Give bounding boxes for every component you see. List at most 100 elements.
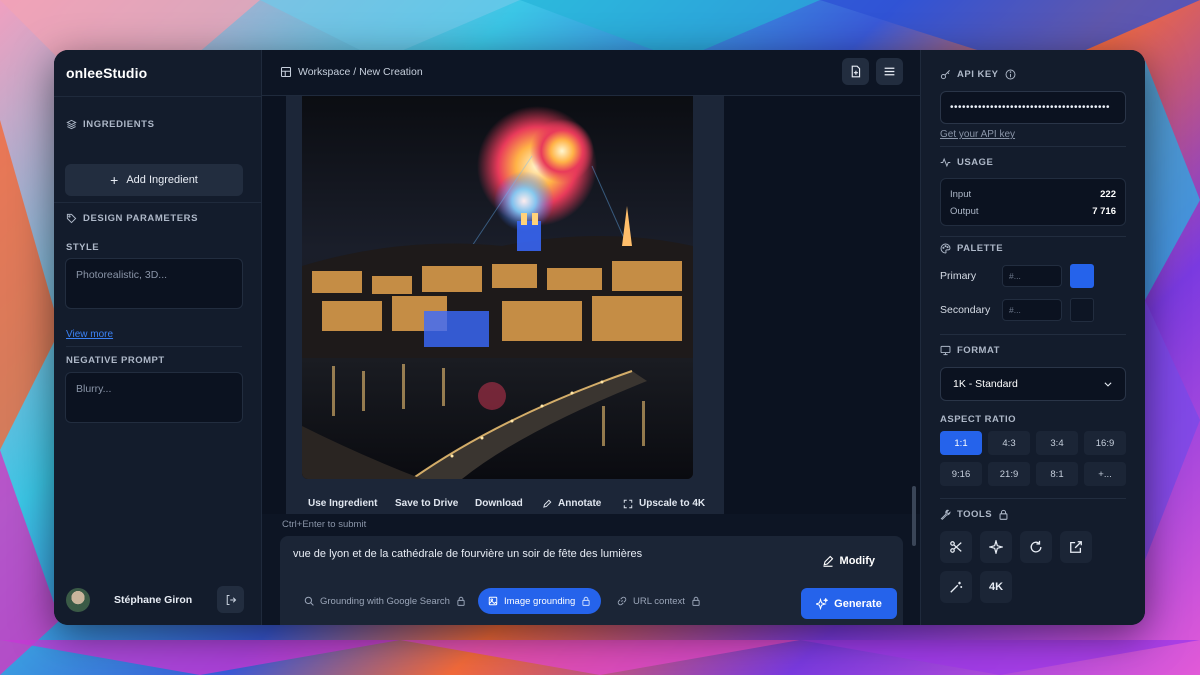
- ratio-option[interactable]: 1:1: [940, 431, 982, 455]
- annotate-button[interactable]: Annotate: [542, 498, 623, 509]
- plus-icon: +: [110, 172, 119, 188]
- secondary-color-input[interactable]: #...: [1002, 299, 1062, 321]
- refresh-icon: [1030, 540, 1042, 553]
- ratio-option[interactable]: 8:1: [1036, 462, 1078, 486]
- url-context-toggle[interactable]: URL context: [607, 588, 711, 614]
- logout-button[interactable]: [217, 586, 244, 613]
- palette-title: PALETTE: [940, 243, 1003, 254]
- export-tool-button[interactable]: [1060, 531, 1092, 563]
- generated-image[interactable]: [302, 96, 693, 479]
- divider: [66, 346, 242, 347]
- chevron-down-icon: [1104, 382, 1112, 387]
- divider: [940, 146, 1126, 147]
- new-file-button[interactable]: [842, 58, 869, 85]
- image-card: Use Ingredient Save to Drive Download An…: [286, 96, 724, 514]
- tag-icon: [66, 213, 77, 224]
- api-key-input[interactable]: ••••••••••••••••••••••••••••••••••••••••: [940, 91, 1126, 124]
- secondary-color-row: Secondary #...: [940, 298, 1126, 322]
- right-panel: API KEY ••••••••••••••••••••••••••••••••…: [920, 50, 1145, 625]
- prompt-input[interactable]: vue de lyon et de la cathédrale de fourv…: [293, 548, 642, 560]
- ratio-option[interactable]: 3:4: [1036, 431, 1078, 455]
- modify-button[interactable]: Modify: [822, 555, 875, 567]
- left-sidebar: onleeStudio INGREDIENTS + Add Ingredient…: [54, 50, 262, 625]
- aspect-ratio-title: ASPECT RATIO: [940, 414, 1017, 425]
- format-select[interactable]: 1K - Standard: [940, 367, 1126, 401]
- grounding-google-toggle[interactable]: Grounding with Google Search: [294, 588, 476, 614]
- ratio-option[interactable]: 21:9: [988, 462, 1030, 486]
- layers-icon: [66, 119, 77, 130]
- expand-icon: [623, 499, 633, 508]
- wrench-icon: [940, 509, 951, 520]
- scissors-icon: [950, 541, 962, 553]
- user-name: Stéphane Giron: [114, 593, 193, 606]
- prompt-box: vue de lyon et de la cathédrale de fourv…: [280, 536, 903, 625]
- negative-prompt-input[interactable]: Blurry...: [65, 372, 243, 423]
- aspect-ratio-grid: 1:1 4:3 3:4 16:9 9:16 21:9 8:1 +...: [940, 431, 1126, 486]
- usage-row: Output 7 716: [950, 206, 1116, 217]
- avatar[interactable]: [66, 587, 90, 612]
- ingredients-section-title: INGREDIENTS: [66, 119, 155, 130]
- primary-color-row: Primary #...: [940, 264, 1126, 288]
- style-input[interactable]: Photorealistic, 3D...: [65, 258, 243, 309]
- lock-icon: [692, 596, 700, 606]
- tools-title: TOOLS: [940, 509, 1009, 520]
- negative-prompt-label: NEGATIVE PROMPT: [66, 355, 165, 366]
- download-button[interactable]: Download: [475, 498, 542, 509]
- ratio-option[interactable]: 9:16: [940, 462, 982, 486]
- use-ingredient-button[interactable]: Use Ingredient: [308, 498, 395, 509]
- primary-color-swatch[interactable]: [1070, 264, 1094, 288]
- magic-wand-icon: [950, 581, 963, 593]
- cut-tool-button[interactable]: [940, 531, 972, 563]
- user-profile: Stéphane Giron: [66, 586, 244, 613]
- menu-icon: [884, 67, 895, 76]
- upscale-button[interactable]: Upscale to 4K: [623, 498, 705, 509]
- activity-icon: [940, 157, 951, 168]
- ratio-option[interactable]: 4:3: [988, 431, 1030, 455]
- ratio-option[interactable]: 16:9: [1084, 431, 1126, 455]
- design-parameters-title: DESIGN PARAMETERS: [66, 213, 198, 224]
- breadcrumb: Workspace / New Creation: [280, 66, 423, 78]
- image-actions-bar: Use Ingredient Save to Drive Download An…: [308, 498, 705, 509]
- ratio-option[interactable]: +...: [1084, 462, 1126, 486]
- get-api-key-link[interactable]: Get your API key: [940, 129, 1015, 140]
- submit-hint: Ctrl+Enter to submit: [282, 519, 367, 530]
- image-icon: [488, 596, 498, 606]
- divider: [940, 334, 1126, 335]
- info-icon[interactable]: [1005, 69, 1016, 80]
- view-more-link[interactable]: View more: [66, 329, 113, 340]
- scrollbar[interactable]: [912, 486, 916, 546]
- menu-button[interactable]: [876, 58, 903, 85]
- top-bar: Workspace / New Creation: [262, 50, 920, 96]
- divider: [54, 96, 261, 97]
- image-canvas: Use Ingredient Save to Drive Download An…: [262, 96, 920, 546]
- pen-icon: [543, 499, 552, 508]
- export-icon: [1070, 541, 1082, 553]
- upscale-4k-tool-button[interactable]: 4K: [980, 571, 1012, 603]
- style-label: STYLE: [66, 242, 100, 253]
- add-ingredient-button[interactable]: + Add Ingredient: [65, 164, 243, 196]
- main-area: Workspace / New Creation Use Ingredient …: [262, 50, 920, 625]
- save-to-drive-button[interactable]: Save to Drive: [395, 498, 475, 509]
- regenerate-tool-button[interactable]: [1020, 531, 1052, 563]
- api-key-title: API KEY: [940, 69, 1016, 80]
- file-plus-icon: [851, 65, 861, 78]
- generate-button[interactable]: Generate: [801, 588, 897, 619]
- divider: [54, 202, 261, 203]
- layout-icon: [280, 66, 292, 78]
- lock-icon: [457, 596, 465, 606]
- link-icon: [617, 596, 627, 606]
- edit-icon: [823, 555, 833, 567]
- image-grounding-toggle[interactable]: Image grounding: [478, 588, 602, 614]
- secondary-color-swatch[interactable]: [1070, 298, 1094, 322]
- tools-grid: 4K: [940, 531, 1126, 603]
- primary-color-input[interactable]: #...: [1002, 265, 1062, 287]
- sparkles-icon: [816, 597, 829, 610]
- palette-icon: [940, 243, 951, 254]
- app-logo: onleeStudio: [66, 65, 148, 81]
- magic-tool-button[interactable]: [940, 571, 972, 603]
- app-window: onleeStudio INGREDIENTS + Add Ingredient…: [54, 50, 1145, 625]
- enhance-tool-button[interactable]: [980, 531, 1012, 563]
- logout-icon: [226, 594, 236, 605]
- sparkle-icon: [989, 540, 1003, 554]
- divider: [940, 236, 1126, 237]
